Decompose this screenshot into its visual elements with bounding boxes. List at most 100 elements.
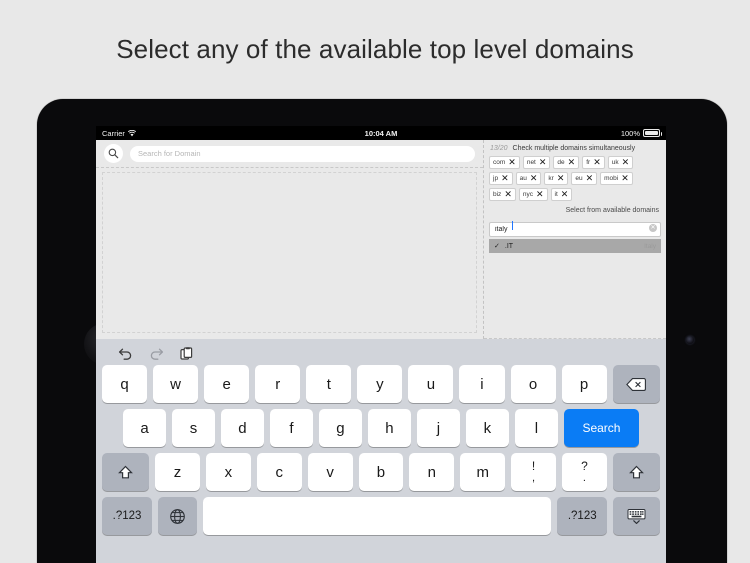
key-q[interactable]: q (102, 365, 148, 403)
numeric-key-right[interactable]: .?123 (557, 497, 608, 535)
hide-keyboard-icon[interactable] (613, 497, 661, 535)
tld-chip-de[interactable]: de ✕ (553, 156, 580, 169)
tld-chip-biz[interactable]: biz ✕ (489, 188, 516, 201)
tld-chip-net[interactable]: net ✕ (522, 156, 551, 169)
tld-chip-mobi[interactable]: mobi ✕ (600, 172, 633, 185)
key-i[interactable]: i (459, 365, 505, 403)
tld-chip-label: eu (575, 175, 583, 182)
key-exclamation-comma[interactable]: !, (511, 453, 556, 491)
remove-chip-icon[interactable]: ✕ (536, 190, 544, 199)
tld-chip-row: biz ✕ nyc ✕ it ✕ (489, 188, 661, 201)
key-a[interactable]: a (123, 409, 166, 447)
tld-chip-fr[interactable]: fr ✕ (582, 156, 605, 169)
undo-icon[interactable] (118, 347, 133, 360)
tld-chip-kr[interactable]: kr ✕ (544, 172, 569, 185)
search-bar (96, 140, 483, 168)
key-top-glyph: ! (531, 458, 536, 473)
tld-chip-uk[interactable]: uk ✕ (607, 156, 634, 169)
tld-chip-label: jp (493, 175, 499, 182)
key-t[interactable]: t (306, 365, 352, 403)
key-question-period[interactable]: ?. (561, 453, 607, 491)
key-b[interactable]: b (358, 453, 404, 491)
tld-chip-eu[interactable]: eu ✕ (571, 172, 598, 185)
key-o[interactable]: o (510, 365, 556, 403)
key-r[interactable]: r (255, 365, 301, 403)
key-x[interactable]: x (205, 453, 251, 491)
page-title: Select any of the available top level do… (116, 33, 634, 64)
front-camera (686, 336, 694, 344)
shift-key-left[interactable] (102, 453, 150, 491)
key-z[interactable]: z (155, 453, 200, 491)
tld-chip-au[interactable]: au ✕ (515, 172, 542, 185)
tld-chip-nyc[interactable]: nyc ✕ (518, 188, 548, 201)
spacebar-key[interactable] (203, 497, 552, 535)
text-caret (512, 221, 513, 230)
tld-chip-list: com ✕ net ✕ de ✕ fr ✕ uk ✕ jp ✕ au ✕ kr ✕ eu ✕ mobi ✕ biz ✕ ny… (489, 156, 661, 201)
app-content: 13/20 Check multiple domains simultaneou… (96, 140, 666, 339)
key-h[interactable]: h (367, 409, 411, 447)
remove-chip-icon[interactable]: ✕ (561, 190, 569, 199)
key-w[interactable]: w (153, 365, 199, 403)
key-j[interactable]: j (416, 409, 460, 447)
tld-panel-title: Check multiple domains simultaneously (512, 145, 636, 152)
tld-chip-jp[interactable]: jp ✕ (489, 172, 513, 185)
tld-chip-label: de (557, 159, 565, 166)
available-domain-results: ✓ .IT Italy (489, 239, 661, 253)
remove-chip-icon[interactable]: ✕ (508, 158, 516, 167)
tld-chip-label: mobi (604, 175, 619, 182)
search-results-area (102, 172, 477, 333)
device-screen: Carrier 10:04 AM 100% Search for Domain … (96, 126, 666, 563)
remove-chip-icon[interactable]: ✕ (586, 174, 594, 183)
tld-chip-com[interactable]: com ✕ (489, 156, 520, 169)
search-key[interactable]: Search (563, 409, 640, 447)
globe-icon[interactable] (158, 497, 198, 535)
tld-chip-row: com ✕ net ✕ de ✕ fr ✕ uk ✕ (489, 156, 661, 169)
tld-chip-label: it (554, 191, 558, 198)
tld-chip-label: biz (493, 191, 502, 198)
status-bar: Carrier 10:04 AM 100% (96, 126, 666, 140)
remove-chip-icon[interactable]: ✕ (530, 174, 538, 183)
remove-chip-icon[interactable]: ✕ (568, 158, 576, 167)
backspace-key[interactable] (612, 365, 660, 403)
tld-chip-it[interactable]: it ✕ (550, 188, 573, 201)
key-m[interactable]: m (460, 453, 506, 491)
tld-chip-label: fr (586, 159, 591, 166)
shift-key-right[interactable] (612, 453, 660, 491)
available-domain-row[interactable]: ✓ .IT Italy (489, 239, 661, 253)
key-p[interactable]: p (561, 365, 607, 403)
key-v[interactable]: v (307, 453, 353, 491)
search-icon[interactable] (104, 144, 123, 163)
key-d[interactable]: d (220, 409, 264, 447)
remove-chip-icon[interactable]: ✕ (621, 174, 629, 183)
key-n[interactable]: n (409, 453, 455, 491)
remove-chip-icon[interactable]: ✕ (501, 174, 509, 183)
remove-chip-icon[interactable]: ✕ (539, 158, 547, 167)
tld-chip-label: au (519, 175, 527, 182)
key-g[interactable]: g (318, 409, 362, 447)
tld-chip-row: jp ✕ au ✕ kr ✕ eu ✕ mobi ✕ (489, 172, 661, 185)
key-k[interactable]: k (465, 409, 509, 447)
redo-icon[interactable] (149, 347, 164, 360)
search-input[interactable] (130, 145, 475, 162)
key-u[interactable]: u (408, 365, 454, 403)
key-c[interactable]: c (256, 453, 302, 491)
remove-chip-icon[interactable]: ✕ (557, 174, 565, 183)
status-bar-time: 10:04 AM (364, 128, 398, 138)
tld-filter-input[interactable] (489, 222, 661, 237)
battery-percent-label: 100% (620, 128, 640, 138)
key-e[interactable]: e (204, 365, 250, 403)
clear-icon[interactable]: ✕ (649, 223, 657, 232)
key-f[interactable]: f (269, 409, 313, 447)
key-s[interactable]: s (171, 409, 215, 447)
tld-chip-label: net (526, 159, 536, 166)
remove-chip-icon[interactable]: ✕ (622, 158, 630, 167)
tld-chip-label: com (493, 159, 506, 166)
keyboard-row-4: .?123 .?123 (101, 497, 661, 535)
remove-chip-icon[interactable]: ✕ (504, 190, 512, 199)
left-pane (96, 140, 484, 339)
remove-chip-icon[interactable]: ✕ (593, 158, 601, 167)
key-l[interactable]: l (514, 409, 558, 447)
key-y[interactable]: y (357, 365, 403, 403)
paste-icon[interactable] (180, 346, 193, 361)
numeric-key-left[interactable]: .?123 (102, 497, 153, 535)
